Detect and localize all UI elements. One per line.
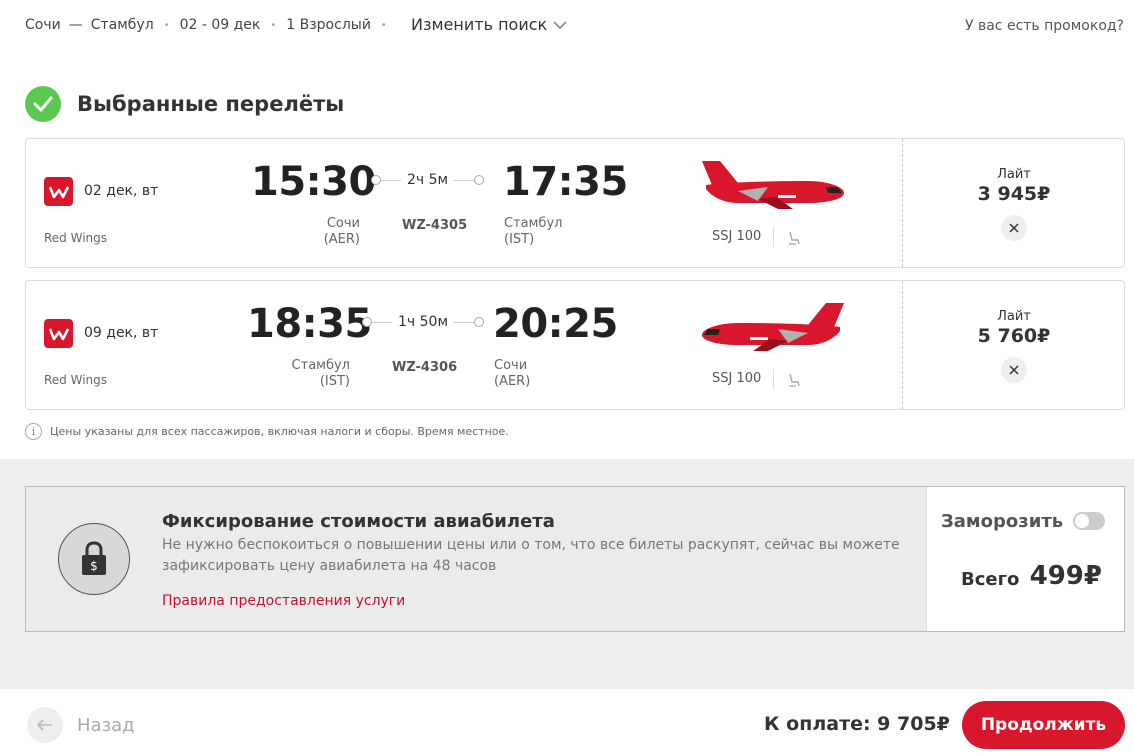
airline-logo-icon [44, 177, 73, 206]
fare-price: 5 760₽ [977, 325, 1051, 347]
price-note: i Цены указаны для всех пассажиров, вклю… [25, 423, 509, 440]
close-icon [1009, 223, 1019, 233]
flight-number: WZ-4305 [402, 218, 468, 233]
departure-airport-code: (IST) [319, 374, 350, 389]
origin-city: Сочи [25, 17, 61, 33]
change-search-button[interactable]: Изменить поиск [411, 15, 567, 34]
freeze-title: Фиксирование стоимости авиабилета [162, 511, 555, 532]
arrival-airport-code: (AER) [494, 374, 531, 389]
route-dot [371, 175, 381, 185]
arrival-city-name: Сочи [494, 358, 528, 373]
footer-bar: Назад К оплате: 9 705₽ Продолжить [0, 689, 1134, 756]
toggle-knob [1075, 514, 1089, 528]
departure-time: 18:35 [247, 301, 372, 347]
divider [773, 369, 774, 389]
total-to-pay: К оплате: 9 705₽ [764, 713, 950, 735]
selected-flights-heading: Выбранные перелёты [25, 86, 344, 122]
fare-name: Лайт [997, 167, 1031, 182]
arrival-time: 17:35 [503, 159, 628, 205]
departure-airport-code: (AER) [323, 232, 360, 247]
route-dot [474, 175, 485, 185]
divider [773, 227, 774, 247]
freeze-toggle-label: Заморозить [941, 511, 1064, 532]
airplane-icon [702, 303, 844, 351]
remove-flight-button[interactable] [1001, 357, 1027, 383]
freeze-rules-link[interactable]: Правила предоставления услуги [162, 593, 405, 609]
arrow-left-icon [27, 707, 63, 743]
change-search-label: Изменить поиск [411, 15, 548, 34]
arrival-airport-code: (IST) [504, 232, 535, 247]
fare-panel: Лайт 5 760₽ [902, 281, 1124, 409]
separator-dot: • [380, 19, 387, 31]
route-line [454, 179, 475, 181]
flight-date: 09 дек, вт [84, 325, 159, 341]
flight-number: WZ-4306 [392, 360, 458, 375]
seat-icon [789, 373, 800, 387]
departure-city: Сочи (AER) [310, 216, 360, 248]
remove-flight-button[interactable] [1001, 215, 1027, 241]
back-label: Назад [77, 714, 135, 736]
back-button[interactable]: Назад [27, 707, 135, 743]
search-summary-bar: Сочи — Стамбул • 02 - 09 дек • 1 Взрослы… [0, 0, 1134, 52]
airplane-icon [702, 161, 844, 209]
continue-button[interactable]: Продолжить [962, 701, 1125, 749]
arrival-city: Сочи (AER) [494, 358, 530, 390]
arrival-city-name: Стамбул [504, 216, 563, 231]
flight-card-return: 09 дек, вт Red Wings 18:35 1ч 50м 20:25 … [25, 280, 1125, 410]
info-icon: i [25, 423, 42, 440]
trip-dates: 02 - 09 дек [179, 17, 261, 33]
flight-card-outbound: 02 дек, вт Red Wings 15:30 2ч 5м 17:35 С… [25, 138, 1125, 268]
airline-name: Red Wings [44, 373, 108, 387]
fare-price: 3 945₽ [977, 183, 1051, 205]
route-duration: 2ч 5м [371, 171, 485, 189]
route-dot [474, 317, 485, 327]
fare-panel: Лайт 3 945₽ [902, 139, 1124, 267]
freeze-total-label: Всего [961, 569, 1020, 590]
separator-dot: • [163, 19, 170, 31]
passenger-count: 1 Взрослый [286, 17, 371, 33]
route-line [381, 179, 401, 181]
freeze-description: Не нужно беспокоиться о повышении цены и… [162, 537, 900, 574]
separator-dot: • [270, 19, 277, 31]
route-dot [362, 317, 372, 327]
route-duration: 1ч 50м [362, 313, 485, 331]
departure-city-name: Сочи [326, 216, 360, 231]
arrival-city: Стамбул (IST) [504, 216, 562, 248]
arrival-time: 20:25 [493, 301, 618, 347]
price-note-text: Цены указаны для всех пассажиров, включа… [50, 425, 509, 438]
promo-code-link[interactable]: У вас есть промокод? [965, 18, 1124, 34]
departure-city-name: Стамбул [291, 358, 350, 373]
flight-duration: 2ч 5м [407, 172, 449, 188]
svg-text:$: $ [90, 559, 98, 573]
freeze-total-value: 499₽ [1029, 561, 1102, 591]
lock-icon: $ [58, 523, 130, 595]
airline-name: Red Wings [44, 231, 108, 245]
aircraft-type: SSJ 100 [712, 229, 762, 244]
fare-name: Лайт [997, 309, 1031, 324]
chevron-down-icon [553, 20, 567, 29]
check-icon [25, 86, 61, 122]
freeze-summary: Заморозить Всего 499₽ [926, 487, 1124, 631]
departure-city: Стамбул (IST) [280, 358, 350, 390]
route-line [372, 321, 392, 323]
trip-summary: Сочи — Стамбул • 02 - 09 дек • 1 Взрослы… [25, 17, 397, 33]
price-freeze-card: $ Фиксирование стоимости авиабилета Не н… [25, 486, 1125, 632]
aircraft-type: SSJ 100 [712, 371, 762, 386]
flight-duration: 1ч 50м [398, 314, 449, 330]
freeze-toggle[interactable] [1073, 512, 1105, 530]
page-title: Выбранные перелёты [77, 92, 345, 116]
flight-date: 02 дек, вт [84, 183, 159, 199]
route-dash: — [68, 17, 83, 33]
seat-icon [789, 231, 800, 245]
airline-logo-icon [44, 319, 73, 348]
close-icon [1009, 365, 1019, 375]
route-line [454, 321, 475, 323]
departure-time: 15:30 [251, 159, 376, 205]
destination-city: Стамбул [90, 17, 154, 33]
